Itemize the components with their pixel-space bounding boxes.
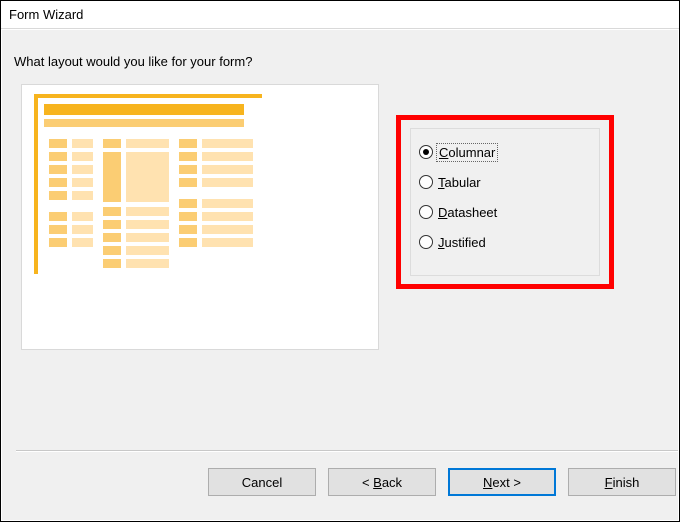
separator (16, 450, 678, 452)
client-area: What layout would you like for your form… (2, 30, 678, 520)
layout-preview (34, 94, 262, 274)
layout-preview-panel (21, 84, 379, 350)
wizard-button-row: Cancel < Back Next > Finish (208, 468, 678, 496)
finish-button[interactable]: Finish (568, 468, 676, 496)
back-button[interactable]: < Back (328, 468, 436, 496)
cancel-button[interactable]: Cancel (208, 468, 316, 496)
next-button[interactable]: Next > (448, 468, 556, 496)
wizard-question: What layout would you like for your form… (14, 54, 252, 69)
annotation-highlight (396, 115, 614, 289)
window-title: Form Wizard (9, 7, 83, 22)
window-titlebar: Form Wizard (1, 1, 679, 29)
